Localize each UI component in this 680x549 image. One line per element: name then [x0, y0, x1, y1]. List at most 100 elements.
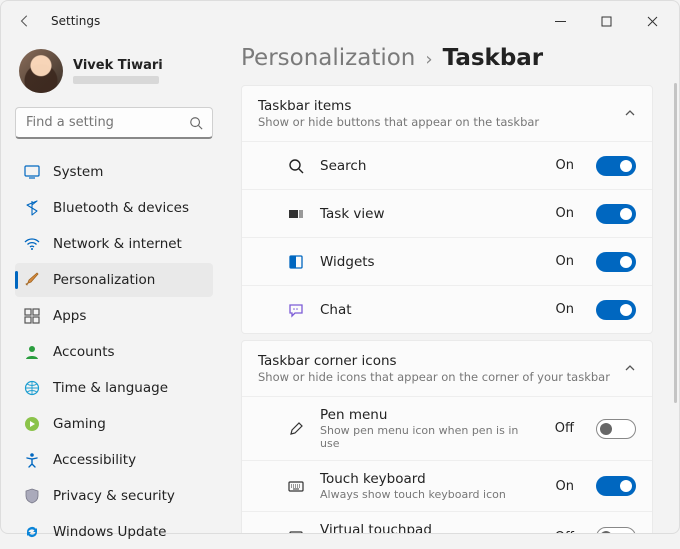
corner-icons-panel: Taskbar corner icons Show or hide icons …	[241, 340, 653, 533]
chevron-up-icon	[624, 359, 636, 378]
bluetooth-icon	[23, 199, 41, 217]
sidebar-item-apps[interactable]: Apps	[15, 299, 213, 333]
corner-icons-header[interactable]: Taskbar corner icons Show or hide icons …	[242, 341, 652, 396]
setting-row-touchkeyboard: Touch keyboard Always show touch keyboar…	[242, 460, 652, 511]
system-icon	[23, 163, 41, 181]
sidebar-item-label: Network & internet	[53, 236, 182, 252]
setting-row-widgets: Widgets On	[242, 237, 652, 285]
toggle-widgets[interactable]	[596, 252, 636, 272]
sidebar-item-system[interactable]: System	[15, 155, 213, 189]
search-input[interactable]	[15, 107, 213, 139]
gaming-icon	[23, 415, 41, 433]
sidebar-item-bluetooth[interactable]: Bluetooth & devices	[15, 191, 213, 225]
row-title: Pen menu	[320, 407, 541, 423]
taskbar-items-panel: Taskbar items Show or hide buttons that …	[241, 85, 653, 334]
sidebar-item-label: Accessibility	[53, 452, 136, 468]
nav-list: System Bluetooth & devices Network & int…	[15, 155, 213, 549]
row-subtitle: Always show touch keyboard icon	[320, 488, 530, 501]
sidebar-item-network[interactable]: Network & internet	[15, 227, 213, 261]
search-icon	[286, 158, 306, 174]
toggle-taskview[interactable]	[596, 204, 636, 224]
globe-icon	[23, 379, 41, 397]
setting-row-touchpad: Virtual touchpad Always show virtual tou…	[242, 511, 652, 533]
toggle-chat[interactable]	[596, 300, 636, 320]
sidebar-item-accounts[interactable]: Accounts	[15, 335, 213, 369]
titlebar: Settings	[1, 1, 679, 41]
update-icon	[23, 523, 41, 541]
window-controls	[537, 5, 675, 37]
keyboard-icon	[286, 478, 306, 494]
arrow-left-icon	[18, 14, 32, 28]
pen-icon	[286, 421, 306, 437]
row-title: Chat	[320, 302, 542, 318]
sidebar-item-label: Privacy & security	[53, 488, 175, 504]
toggle-state: On	[556, 479, 574, 494]
setting-row-chat: Chat On	[242, 285, 652, 333]
sidebar-item-label: Time & language	[53, 380, 168, 396]
toggle-state: On	[556, 206, 574, 221]
sidebar-item-privacy[interactable]: Privacy & security	[15, 479, 213, 513]
profile-email-redacted	[73, 76, 159, 84]
accessibility-icon	[23, 451, 41, 469]
toggle-search[interactable]	[596, 156, 636, 176]
chat-icon	[286, 302, 306, 318]
sidebar-item-time[interactable]: Time & language	[15, 371, 213, 405]
taskview-icon	[286, 206, 306, 222]
section-subtitle: Show or hide buttons that appear on the …	[258, 115, 624, 129]
minimize-icon	[555, 16, 566, 27]
close-icon	[647, 16, 658, 27]
minimize-button[interactable]	[537, 5, 583, 37]
search-box	[15, 107, 213, 139]
toggle-touchkeyboard[interactable]	[596, 476, 636, 496]
back-button[interactable]	[11, 7, 39, 35]
scrollbar[interactable]	[674, 83, 677, 403]
toggle-state: Off	[555, 421, 574, 436]
close-button[interactable]	[629, 5, 675, 37]
wifi-icon	[23, 235, 41, 253]
chevron-up-icon	[624, 104, 636, 123]
toggle-state: On	[556, 254, 574, 269]
sidebar-item-accessibility[interactable]: Accessibility	[15, 443, 213, 477]
person-icon	[23, 343, 41, 361]
section-title: Taskbar corner icons	[258, 353, 624, 369]
search-icon	[189, 115, 203, 134]
breadcrumb-parent[interactable]: Personalization	[241, 45, 415, 71]
row-title: Widgets	[320, 254, 542, 270]
apps-icon	[23, 307, 41, 325]
setting-row-pen: Pen menu Show pen menu icon when pen is …	[242, 396, 652, 460]
widgets-icon	[286, 254, 306, 270]
content-area: Personalization › Taskbar Taskbar items …	[223, 41, 679, 533]
maximize-icon	[601, 16, 612, 27]
breadcrumb: Personalization › Taskbar	[241, 45, 653, 71]
sidebar-item-update[interactable]: Windows Update	[15, 515, 213, 549]
sidebar: Vivek Tiwari System Bluetooth & devices …	[1, 41, 223, 533]
section-subtitle: Show or hide icons that appear on the co…	[258, 370, 624, 384]
row-title: Search	[320, 158, 542, 174]
profile-block[interactable]: Vivek Tiwari	[15, 47, 213, 95]
sidebar-item-label: Personalization	[53, 272, 155, 288]
toggle-pen[interactable]	[596, 419, 636, 439]
toggle-state: On	[556, 302, 574, 317]
taskbar-items-header[interactable]: Taskbar items Show or hide buttons that …	[242, 86, 652, 141]
toggle-touchpad[interactable]	[596, 527, 636, 533]
breadcrumb-current: Taskbar	[443, 45, 544, 71]
sidebar-item-label: System	[53, 164, 103, 180]
sidebar-item-label: Apps	[53, 308, 86, 324]
window-title: Settings	[51, 14, 100, 28]
toggle-state: On	[556, 158, 574, 173]
profile-name: Vivek Tiwari	[73, 58, 163, 73]
row-subtitle: Show pen menu icon when pen is in use	[320, 424, 530, 450]
sidebar-item-label: Accounts	[53, 344, 115, 360]
sidebar-item-gaming[interactable]: Gaming	[15, 407, 213, 441]
setting-row-taskview: Task view On	[242, 189, 652, 237]
setting-row-search: Search On	[242, 141, 652, 189]
breadcrumb-separator: ›	[425, 49, 432, 70]
row-title: Task view	[320, 206, 542, 222]
sidebar-item-label: Windows Update	[53, 524, 166, 540]
row-title: Virtual touchpad	[320, 522, 541, 533]
sidebar-item-personalization[interactable]: Personalization	[15, 263, 213, 297]
touchpad-icon	[286, 529, 306, 533]
maximize-button[interactable]	[583, 5, 629, 37]
avatar	[19, 49, 63, 93]
sidebar-item-label: Bluetooth & devices	[53, 200, 189, 216]
